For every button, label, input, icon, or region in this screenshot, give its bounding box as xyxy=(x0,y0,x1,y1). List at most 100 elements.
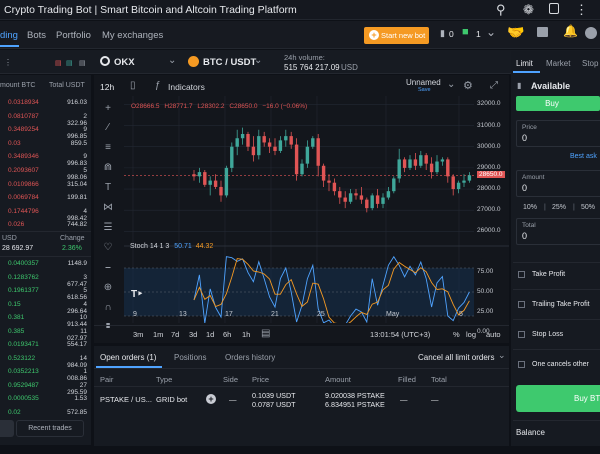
ask-amount[interactable]: 0.2093607 xyxy=(8,167,39,174)
candle[interactable] xyxy=(208,180,212,185)
buy-btc-button[interactable]: Buy BTC xyxy=(516,385,600,412)
search-icon[interactable]: ⚲ xyxy=(496,2,506,18)
wallet-icon[interactable] xyxy=(537,27,548,37)
bid-amount[interactable]: 0.15 xyxy=(8,301,21,308)
ask-total[interactable]: 9 996.83 xyxy=(62,153,87,167)
buy-side-button[interactable]: Buy xyxy=(516,96,600,111)
bell-icon[interactable]: 🔔 xyxy=(563,24,578,38)
bid-amount[interactable]: 0.9529487 xyxy=(8,382,39,389)
candle[interactable] xyxy=(446,159,450,177)
orderbook-bids-view-icon[interactable]: ▤ xyxy=(66,59,73,67)
bid-amount[interactable]: 0.523122 xyxy=(8,355,35,362)
candle[interactable] xyxy=(467,175,472,181)
range-7d[interactable]: 7d xyxy=(171,330,179,339)
one-cancels-other-checkbox[interactable] xyxy=(518,361,525,368)
interval-selector[interactable]: 12h xyxy=(100,82,114,92)
fib-icon[interactable]: ☰ xyxy=(101,222,115,233)
ask-amount[interactable]: 0.0318934 xyxy=(8,99,39,106)
ask-amount[interactable]: 0.0810787 xyxy=(8,113,39,120)
candle[interactable] xyxy=(289,136,293,145)
candle-type-icon[interactable]: ▯ xyxy=(130,80,136,91)
candle[interactable] xyxy=(338,191,342,198)
bid-amount[interactable]: 0.0400357 xyxy=(8,260,39,267)
pitchfork-icon[interactable]: ⋒ xyxy=(101,162,115,173)
tab-bots[interactable]: Bots xyxy=(27,30,46,41)
candle[interactable] xyxy=(402,159,407,168)
candle[interactable] xyxy=(386,191,391,198)
ask-total[interactable]: 2 322.96 xyxy=(62,113,87,127)
candle[interactable] xyxy=(192,174,196,177)
candle[interactable] xyxy=(321,165,326,181)
candle[interactable] xyxy=(456,182,461,190)
bid-total[interactable]: 14 984.09 xyxy=(62,355,87,369)
bid-total[interactable]: 1 008.86 xyxy=(62,368,87,382)
order-book-tab[interactable] xyxy=(0,420,14,437)
ask-amount[interactable]: 0.026 xyxy=(8,221,24,228)
trend-line-icon[interactable]: ∕ xyxy=(101,122,115,133)
range-3m[interactable]: 3m xyxy=(133,330,143,339)
range-6h[interactable]: 6h xyxy=(223,330,231,339)
candle[interactable] xyxy=(240,134,245,139)
tab-my-exchanges[interactable]: My exchanges xyxy=(102,30,163,41)
range-3d[interactable]: 3d xyxy=(189,330,197,339)
bid-amount[interactable]: 0.381 xyxy=(8,314,24,321)
puzzle-icon[interactable]: ❁ xyxy=(523,2,534,18)
handshake-icon[interactable]: 🤝 xyxy=(507,24,524,41)
trailing-take-profit-label[interactable]: Trailing Take Profit xyxy=(532,301,590,308)
candle[interactable] xyxy=(305,146,310,164)
zoom-in-icon[interactable]: ⊕ xyxy=(101,282,115,293)
exchange-selector[interactable]: OKX xyxy=(114,57,135,68)
avatar[interactable] xyxy=(585,27,597,39)
candle[interactable] xyxy=(424,155,428,164)
candle[interactable] xyxy=(273,146,277,151)
tab-orders-history[interactable]: Orders history xyxy=(225,353,275,362)
take-profit-label[interactable]: Take Profit xyxy=(532,271,565,278)
pct-50[interactable]: 50% xyxy=(581,204,595,211)
bid-amount[interactable]: 0.1961377 xyxy=(8,287,39,294)
bid-amount[interactable]: 0.0000535 xyxy=(8,395,39,402)
pair-selector[interactable]: BTC / USDT xyxy=(203,57,256,68)
candle[interactable] xyxy=(462,180,466,183)
candle[interactable] xyxy=(230,146,234,168)
candle[interactable] xyxy=(316,138,320,166)
candle[interactable] xyxy=(300,163,304,175)
take-profit-checkbox[interactable] xyxy=(518,271,525,278)
chevron-down-icon[interactable]: ⌄ xyxy=(447,79,455,90)
recent-trades-tab[interactable]: Recent trades xyxy=(16,420,84,437)
menu-dots-icon[interactable]: ⋮ xyxy=(575,2,588,18)
range-1m[interactable]: 1m xyxy=(153,330,163,339)
layout-name[interactable]: Unnamed xyxy=(406,78,441,87)
candle[interactable] xyxy=(429,163,434,173)
bid-total[interactable]: 572.85 xyxy=(62,409,87,416)
bid-amount[interactable]: 0.0193471 xyxy=(8,341,39,348)
crosshair-icon[interactable]: + xyxy=(101,103,115,114)
ask-amount[interactable]: 0.03 xyxy=(8,140,21,147)
candle[interactable] xyxy=(251,146,256,156)
candle[interactable] xyxy=(213,180,218,187)
candle[interactable] xyxy=(235,138,239,147)
bid-total[interactable]: 27 295.59 xyxy=(62,382,87,396)
candle[interactable] xyxy=(278,140,283,151)
candle[interactable] xyxy=(435,161,439,173)
candle[interactable] xyxy=(413,159,418,166)
collapse-panel-icon[interactable]: ⋮ xyxy=(4,58,12,67)
chevron-down-icon[interactable]: ⌄ xyxy=(498,350,506,361)
indicators-button[interactable]: Indicators xyxy=(168,82,205,92)
candle[interactable] xyxy=(381,197,385,204)
text-tool-icon[interactable]: T xyxy=(101,182,115,193)
stop-loss-checkbox[interactable] xyxy=(518,331,525,338)
bid-total[interactable]: 11 027.97 xyxy=(62,328,87,342)
tab-open-orders[interactable]: Open orders (1) xyxy=(100,353,156,362)
bid-total[interactable]: 1148.9 xyxy=(62,260,87,267)
range-1d[interactable]: 1d xyxy=(206,330,214,339)
candle[interactable] xyxy=(392,178,396,192)
candle[interactable] xyxy=(419,155,423,166)
log-scale-toggle[interactable]: log xyxy=(466,330,476,339)
candle[interactable] xyxy=(397,159,401,179)
ask-amount[interactable]: 0.0109866 xyxy=(8,181,39,188)
save-layout-label[interactable]: Save xyxy=(418,87,431,93)
dropdown-icon[interactable]: ⌄ xyxy=(486,25,496,39)
ask-amount[interactable]: 0.1744796 xyxy=(8,208,39,215)
bid-amount[interactable]: 0.0352213 xyxy=(8,368,39,375)
bid-amount[interactable]: 0.02 xyxy=(8,409,21,416)
